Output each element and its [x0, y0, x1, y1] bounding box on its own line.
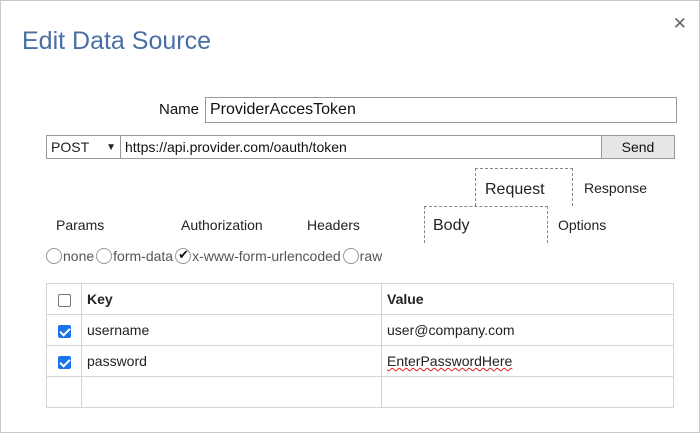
- key-cell[interactable]: username: [81, 314, 382, 346]
- radio-circle-icon: [342, 248, 359, 264]
- edit-data-source-dialog: Edit Data Source ✕ Name ProviderAccesTok…: [0, 0, 700, 433]
- value-cell[interactable]: user@company.com: [381, 314, 674, 346]
- key-cell[interactable]: password: [81, 345, 382, 377]
- tab-headers[interactable]: Headers: [307, 217, 360, 233]
- radio-form-data[interactable]: form-data: [96, 248, 173, 264]
- key-cell[interactable]: [81, 376, 382, 408]
- table-row: username user@company.com: [46, 314, 674, 346]
- radio-x-www-form-urlencoded[interactable]: x-www-form-urlencoded: [175, 247, 341, 264]
- row-check-cell: [46, 314, 82, 346]
- name-input-value: ProviderAccesToken: [210, 101, 356, 118]
- tab-params[interactable]: Params: [56, 217, 104, 233]
- row-checkbox[interactable]: [57, 324, 71, 338]
- radio-none[interactable]: none: [46, 248, 94, 264]
- tab-options[interactable]: Options: [558, 217, 606, 233]
- chevron-down-icon: ▼: [106, 141, 116, 153]
- tab-authorization[interactable]: Authorization: [181, 217, 263, 233]
- radio-circle-icon: [96, 248, 113, 264]
- radio-raw[interactable]: raw: [342, 248, 383, 264]
- row-check-cell: [46, 376, 82, 408]
- tab-request[interactable]: Request: [475, 168, 573, 206]
- url-bar: POST ▼ https://api.provider.com/oauth/to…: [46, 135, 675, 159]
- select-all-checkbox[interactable]: [57, 293, 71, 307]
- key-column-header: Key: [81, 283, 382, 315]
- tab-body-label: Body: [433, 217, 470, 234]
- select-all-cell: [46, 283, 82, 315]
- row-checkbox[interactable]: [57, 355, 71, 369]
- table-row: password EnterPasswordHere: [46, 345, 674, 377]
- params-table: Key Value username user@company.com pass…: [46, 283, 674, 408]
- password-value: EnterPasswordHere: [387, 353, 513, 369]
- name-input[interactable]: ProviderAccesToken: [205, 97, 677, 123]
- radio-form-data-label: form-data: [113, 248, 174, 264]
- value-column-header: Value: [381, 283, 674, 315]
- value-cell[interactable]: [381, 376, 674, 408]
- radio-raw-label: raw: [359, 248, 383, 264]
- radio-x-www-form-urlencoded-label: x-www-form-urlencoded: [192, 248, 341, 264]
- tab-response[interactable]: Response: [584, 180, 647, 196]
- body-type-radio-group: none form-data x-www-form-urlencoded raw: [46, 247, 384, 264]
- row-check-cell: [46, 345, 82, 377]
- url-input[interactable]: https://api.provider.com/oauth/token: [121, 136, 601, 158]
- close-icon[interactable]: ✕: [673, 15, 687, 32]
- tab-body[interactable]: Body: [424, 206, 548, 243]
- radio-checked-icon: [175, 247, 192, 264]
- method-value: POST: [51, 139, 90, 155]
- table-header-row: Key Value: [46, 283, 674, 315]
- radio-circle-icon: [46, 248, 62, 264]
- value-cell[interactable]: EnterPasswordHere: [381, 345, 674, 377]
- table-row: [46, 376, 674, 408]
- method-select[interactable]: POST ▼: [47, 136, 121, 158]
- url-value: https://api.provider.com/oauth/token: [125, 139, 347, 155]
- dialog-title: Edit Data Source: [22, 27, 211, 55]
- name-label: Name: [159, 101, 200, 118]
- send-button[interactable]: Send: [601, 136, 674, 158]
- radio-none-label: none: [63, 248, 95, 264]
- tab-request-label: Request: [485, 181, 545, 198]
